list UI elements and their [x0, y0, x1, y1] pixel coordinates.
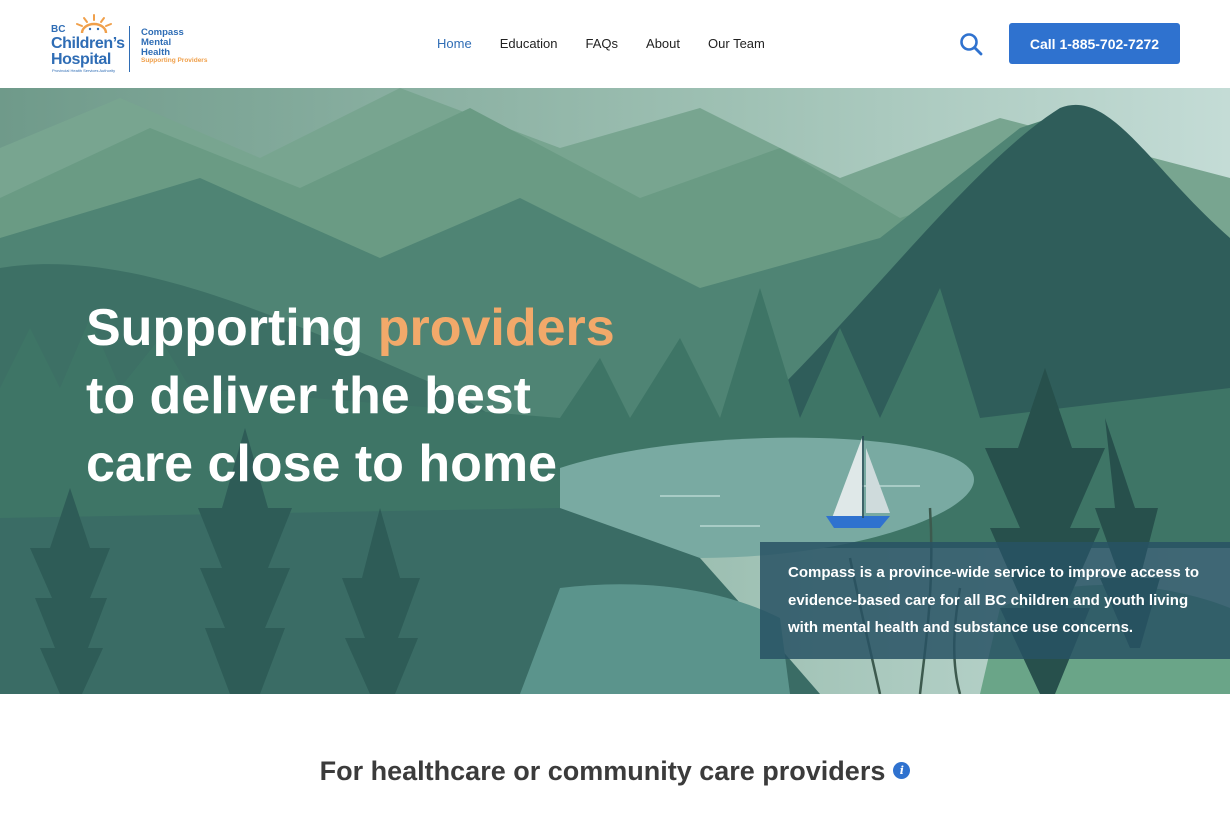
- hero-title-line2: to deliver the best: [86, 367, 531, 425]
- logo-supporting-text: Supporting Providers: [141, 57, 208, 64]
- logo-divider: [129, 26, 130, 72]
- providers-section-heading: For healthcare or community care provide…: [0, 756, 1230, 787]
- providers-heading-text: For healthcare or community care provide…: [319, 756, 886, 786]
- logo-bc-text: BC: [51, 24, 66, 35]
- info-icon[interactable]: i: [893, 762, 911, 780]
- hero-title-part1: Supporting: [86, 299, 364, 357]
- logo-hospital-text: Hospital: [51, 51, 111, 68]
- nav-item-home[interactable]: Home: [437, 36, 472, 51]
- sun-logo-icon: [76, 14, 112, 34]
- main-nav: Home Education FAQs About Our Team: [437, 36, 793, 51]
- nav-item-our-team[interactable]: Our Team: [708, 36, 765, 51]
- hero-title-line3: care close to home: [86, 435, 558, 493]
- nav-item-education[interactable]: Education: [500, 36, 558, 51]
- search-icon: [960, 33, 983, 56]
- site-header: BC Children’s Hospital Provincial Health…: [0, 0, 1230, 88]
- nav-item-faqs[interactable]: FAQs: [586, 36, 619, 51]
- hero-title-accent: providers: [377, 299, 615, 357]
- hero-description-box: Compass is a province-wide service to im…: [760, 542, 1230, 659]
- hero-description: Compass is a province-wide service to im…: [788, 564, 1200, 636]
- hero-banner: Supporting providers to deliver the best…: [0, 88, 1230, 694]
- call-button[interactable]: Call 1-885-702-7272: [1009, 23, 1180, 64]
- search-button[interactable]: [958, 31, 984, 57]
- logo-compass-text: Compass Mental Health: [141, 28, 184, 58]
- nav-item-about[interactable]: About: [646, 36, 680, 51]
- hero-title: Supporting providers to deliver the best…: [86, 294, 726, 498]
- logo[interactable]: BC Children’s Hospital Provincial Health…: [51, 14, 211, 76]
- logo-pha-text: Provincial Health Services Authority: [52, 68, 116, 73]
